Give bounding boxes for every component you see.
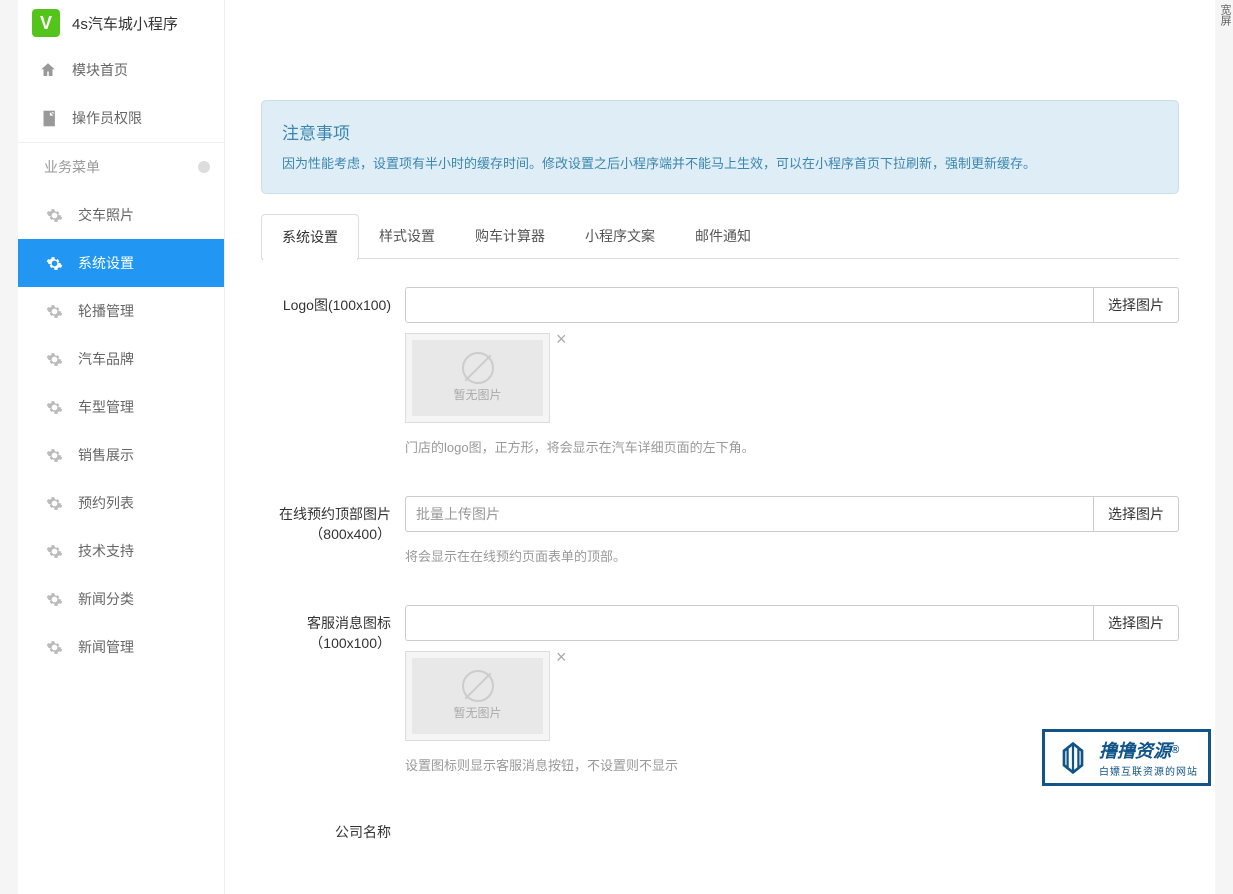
remove-image-icon[interactable]: ×: [556, 333, 567, 349]
gear-icon: [44, 205, 64, 225]
select-image-button-logo[interactable]: 选择图片: [1094, 287, 1179, 323]
sidebar-item-label: 销售展示: [78, 445, 134, 465]
no-image-text: 暂无图片: [453, 386, 501, 403]
input-logo[interactable]: [405, 287, 1094, 323]
tabs-bar: 系统设置样式设置购车计算器小程序文案邮件通知: [261, 214, 1179, 259]
sidebar-item-0[interactable]: 交车照片: [18, 191, 224, 239]
nav-label: 模块首页: [72, 60, 128, 80]
tab-0[interactable]: 系统设置: [261, 214, 359, 259]
input-service-icon[interactable]: [405, 605, 1094, 641]
gear-icon: [44, 301, 64, 321]
sidebar-item-6[interactable]: 预约列表: [18, 479, 224, 527]
image-preview-service: 暂无图片: [405, 651, 550, 741]
label-company-name: 公司名称: [261, 814, 405, 842]
sidebar-item-8[interactable]: 新闻分类: [18, 575, 224, 623]
menu-section-header[interactable]: 业务菜单: [18, 142, 224, 191]
sidebar-item-4[interactable]: 车型管理: [18, 383, 224, 431]
sidebar-item-3[interactable]: 汽车品牌: [18, 335, 224, 383]
tab-3[interactable]: 小程序文案: [565, 214, 675, 258]
gear-icon: [44, 493, 64, 513]
app-logo: V: [32, 9, 60, 37]
select-image-button-service[interactable]: 选择图片: [1094, 605, 1179, 641]
watermark: 撸撸资源® 白嫖互联资源的网站: [1042, 729, 1211, 786]
input-booking-banner[interactable]: [405, 496, 1094, 532]
sidebar-item-label: 新闻分类: [78, 589, 134, 609]
no-image-text: 暂无图片: [453, 704, 501, 721]
sidebar-item-2[interactable]: 轮播管理: [18, 287, 224, 335]
app-title: 4s汽车城小程序: [72, 13, 178, 34]
sidebar-item-label: 预约列表: [78, 493, 134, 513]
sidebar-item-label: 新闻管理: [78, 637, 134, 657]
help-logo: 门店的logo图，正方形，将会显示在汽车详细页面的左下角。: [405, 437, 1179, 456]
sidebar-item-label: 系统设置: [78, 253, 134, 273]
gear-icon: [44, 637, 64, 657]
tab-2[interactable]: 购车计算器: [455, 214, 565, 258]
no-image-icon: [462, 670, 494, 702]
help-booking-banner: 将会显示在在线预约页面表单的顶部。: [405, 546, 1179, 565]
image-preview-logo: 暂无图片: [405, 333, 550, 423]
watermark-sub: 白嫖互联资源的网站: [1099, 763, 1198, 778]
no-image-icon: [462, 352, 494, 384]
sidebar-item-label: 技术支持: [78, 541, 134, 561]
watermark-main: 撸撸资源®: [1099, 737, 1198, 763]
nav-operator-permissions[interactable]: 操作员权限: [18, 94, 224, 142]
sidebar-header: V 4s汽车城小程序: [18, 0, 224, 46]
gear-icon: [44, 541, 64, 561]
gear-icon: [44, 349, 64, 369]
sidebar-item-label: 交车照片: [78, 205, 134, 225]
menu-section-label: 业务菜单: [44, 157, 100, 177]
remove-image-icon[interactable]: ×: [556, 651, 567, 667]
gear-icon: [44, 589, 64, 609]
sidebar-item-7[interactable]: 技术支持: [18, 527, 224, 575]
home-icon: [38, 60, 58, 80]
tab-4[interactable]: 邮件通知: [675, 214, 771, 258]
alert-text: 因为性能考虑，设置项有半小时的缓存时间。修改设置之后小程序端并不能马上生效，可以…: [282, 154, 1158, 175]
watermark-icon: [1055, 740, 1091, 776]
select-image-button-booking[interactable]: 选择图片: [1094, 496, 1179, 532]
right-panel-label: 宽屏: [1217, 0, 1233, 794]
sidebar-item-1[interactable]: 系统设置: [18, 239, 224, 287]
nav-module-home[interactable]: 模块首页: [18, 46, 224, 94]
sidebar-item-5[interactable]: 销售展示: [18, 431, 224, 479]
gear-icon: [44, 397, 64, 417]
sidebar-item-label: 车型管理: [78, 397, 134, 417]
label-booking-banner: 在线预约顶部图片（800x400）: [261, 496, 405, 544]
gear-icon: [44, 253, 64, 273]
tab-1[interactable]: 样式设置: [359, 214, 455, 258]
sidebar-item-label: 汽车品牌: [78, 349, 134, 369]
doc-icon: [38, 108, 58, 128]
sidebar-item-9[interactable]: 新闻管理: [18, 623, 224, 671]
label-logo: Logo图(100x100): [261, 287, 405, 315]
sidebar: V 4s汽车城小程序 模块首页 操作员权限 业务菜单 交车照片系统设置轮播管理汽…: [18, 0, 225, 894]
alert-title: 注意事项: [282, 119, 1158, 144]
sidebar-item-label: 轮播管理: [78, 301, 134, 321]
nav-label: 操作员权限: [72, 108, 142, 128]
gear-icon: [44, 445, 64, 465]
label-service-icon: 客服消息图标（100x100）: [261, 605, 405, 653]
notice-alert: 注意事项 因为性能考虑，设置项有半小时的缓存时间。修改设置之后小程序端并不能马上…: [261, 100, 1179, 194]
menu-toggle-icon: [198, 161, 210, 173]
